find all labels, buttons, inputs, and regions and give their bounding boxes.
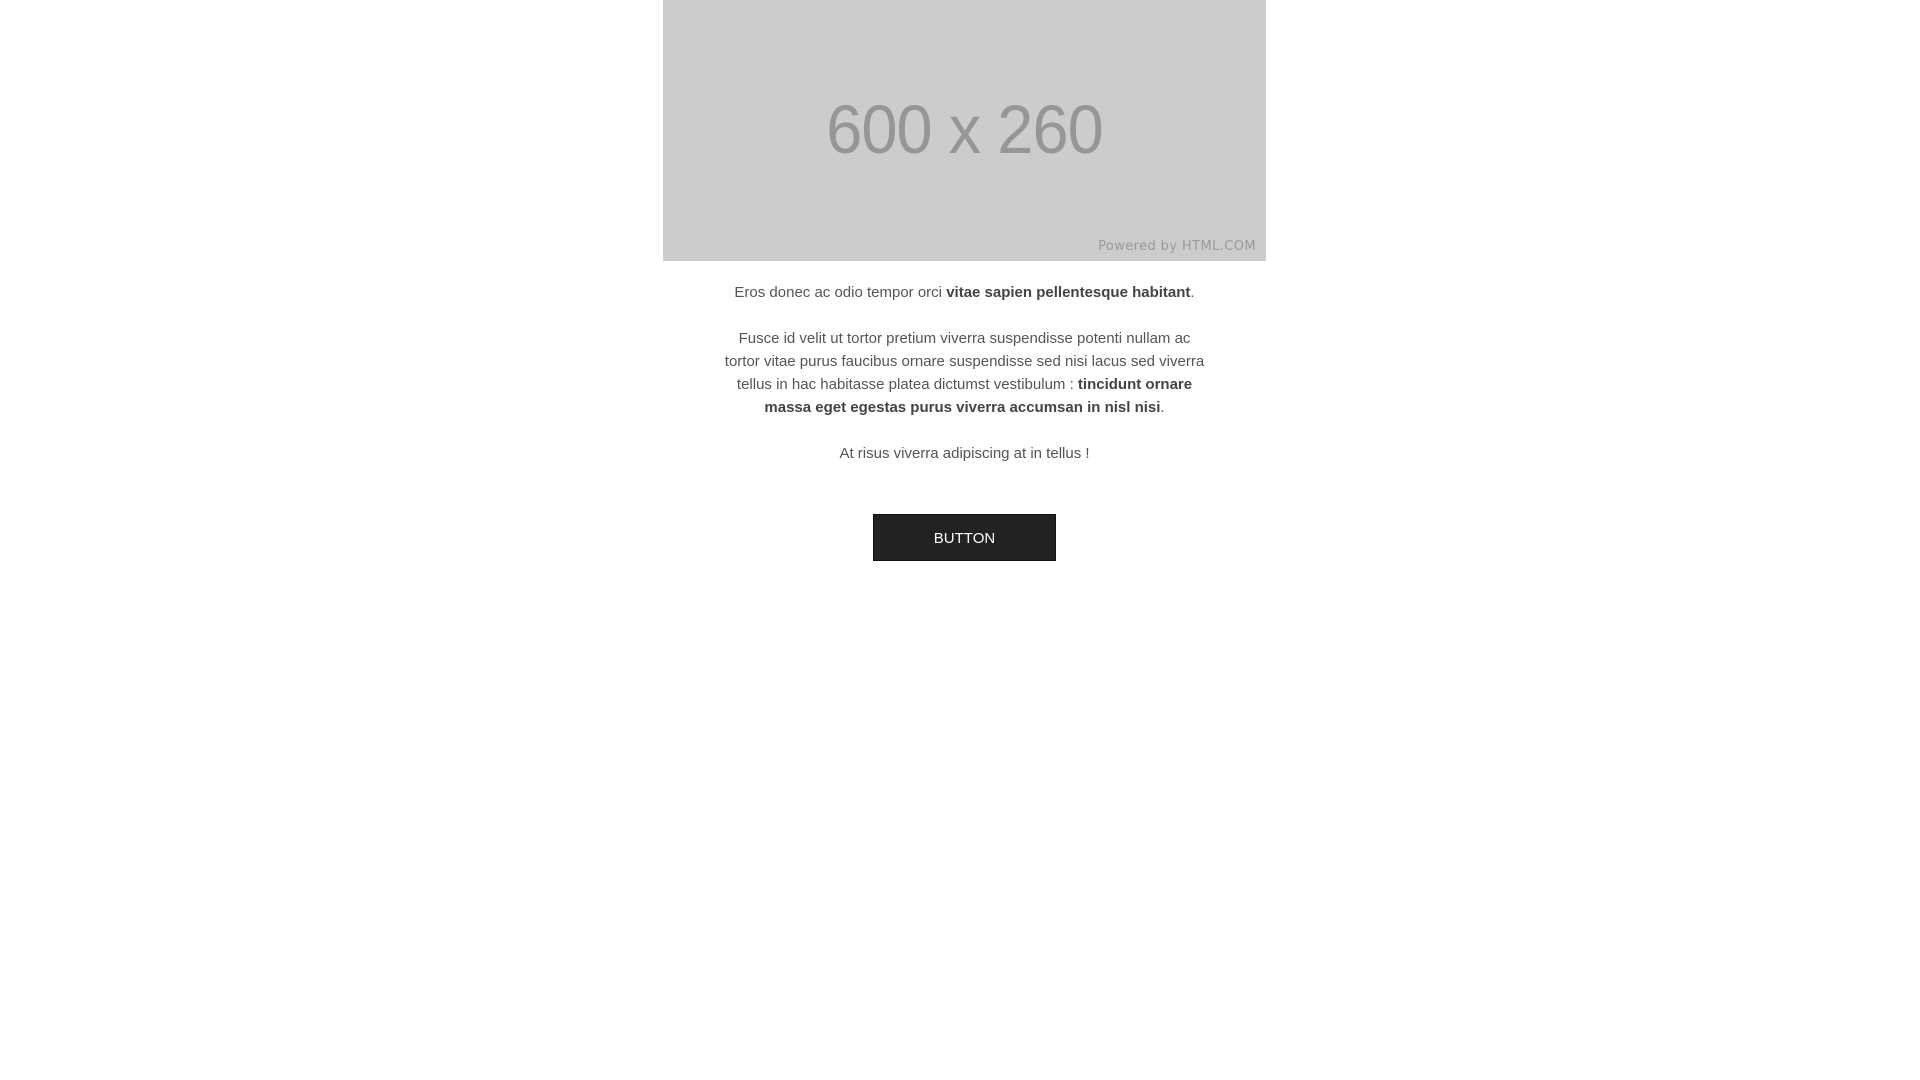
paragraph-intro-bold: vitae sapien pellentesque habitant xyxy=(946,284,1191,301)
paragraph-intro-text: Eros donec ac odio tempor orci xyxy=(734,284,947,301)
paragraph-closing: At risus viverra adipiscing at in tellus… xyxy=(839,445,1090,462)
email-container: 600 x 260 Powered by HTML.COM Eros donec… xyxy=(663,0,1266,561)
paragraph-intro-end: . xyxy=(1190,284,1195,301)
paragraph-body-end: . xyxy=(1160,399,1165,416)
hero-dimensions-label: 600 x 260 xyxy=(826,91,1104,168)
cta-wrapper: BUTTON xyxy=(663,465,1266,561)
hero-powered-by: Powered by HTML.COM xyxy=(1098,239,1256,254)
content-body: Eros donec ac odio tempor orci vitae sap… xyxy=(663,261,1266,561)
paragraph-intro: Eros donec ac odio tempor orci vitae sap… xyxy=(663,261,1266,304)
cta-button[interactable]: BUTTON xyxy=(873,514,1056,561)
paragraph-body: Fusce id velit ut tortor pretium viverra… xyxy=(663,304,1266,419)
hero-placeholder-image: 600 x 260 Powered by HTML.COM xyxy=(663,0,1266,261)
